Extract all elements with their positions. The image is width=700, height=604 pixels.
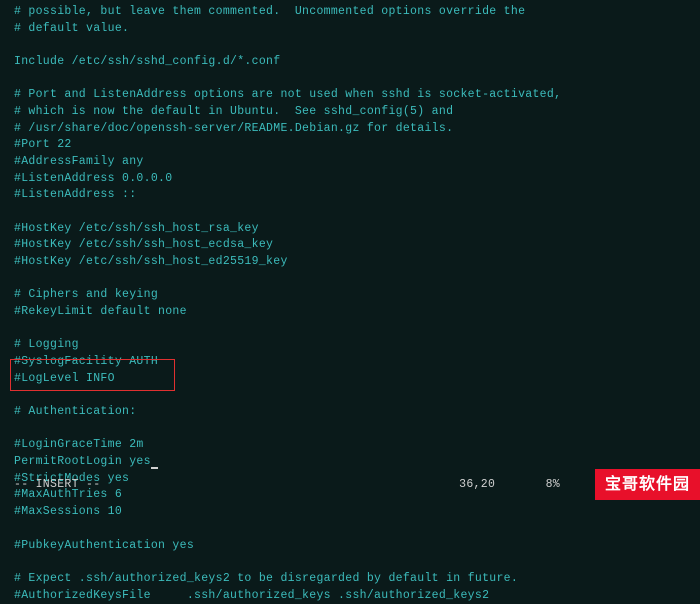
code-line <box>14 387 700 404</box>
code-line: # Logging <box>14 337 700 354</box>
code-line: # Authentication: <box>14 404 700 421</box>
code-line <box>14 321 700 338</box>
code-line <box>14 521 700 538</box>
code-line <box>14 37 700 54</box>
code-line: #LoginGraceTime 2m <box>14 437 700 454</box>
code-line: #PubkeyAuthentication yes <box>14 538 700 555</box>
code-line: #RekeyLimit default none <box>14 304 700 321</box>
cursor-position: 36,20 8% <box>459 477 560 494</box>
code-line: # default value. <box>14 21 700 38</box>
code-line: Include /etc/ssh/sshd_config.d/*.conf <box>14 54 700 71</box>
code-line: #SyslogFacility AUTH <box>14 354 700 371</box>
code-line: #MaxSessions 10 <box>14 504 700 521</box>
code-line <box>14 421 700 438</box>
code-line: #AuthorizedKeysFile .ssh/authorized_keys… <box>14 588 700 604</box>
code-line: # Expect .ssh/authorized_keys2 to be dis… <box>14 571 700 588</box>
code-line: #Port 22 <box>14 137 700 154</box>
watermark-badge: 宝哥软件园 <box>595 469 700 500</box>
code-line <box>14 554 700 571</box>
code-line: # possible, but leave them commented. Un… <box>14 4 700 21</box>
code-line: # Port and ListenAddress options are not… <box>14 87 700 104</box>
editor-mode: -- INSERT -- <box>14 477 100 494</box>
code-line: # which is now the default in Ubuntu. Se… <box>14 104 700 121</box>
code-line <box>14 204 700 221</box>
code-line: #HostKey /etc/ssh/ssh_host_ed25519_key <box>14 254 700 271</box>
text-cursor <box>151 467 158 469</box>
code-line: # /usr/share/doc/openssh-server/README.D… <box>14 121 700 138</box>
code-line: #HostKey /etc/ssh/ssh_host_rsa_key <box>14 221 700 238</box>
code-line <box>14 71 700 88</box>
code-line: #AddressFamily any <box>14 154 700 171</box>
code-line: #LogLevel INFO <box>14 371 700 388</box>
code-line <box>14 271 700 288</box>
code-line: # Ciphers and keying <box>14 287 700 304</box>
code-line: #ListenAddress :: <box>14 187 700 204</box>
code-line: #HostKey /etc/ssh/ssh_host_ecdsa_key <box>14 237 700 254</box>
text-editor[interactable]: # possible, but leave them commented. Un… <box>14 4 700 604</box>
code-line: #ListenAddress 0.0.0.0 <box>14 171 700 188</box>
